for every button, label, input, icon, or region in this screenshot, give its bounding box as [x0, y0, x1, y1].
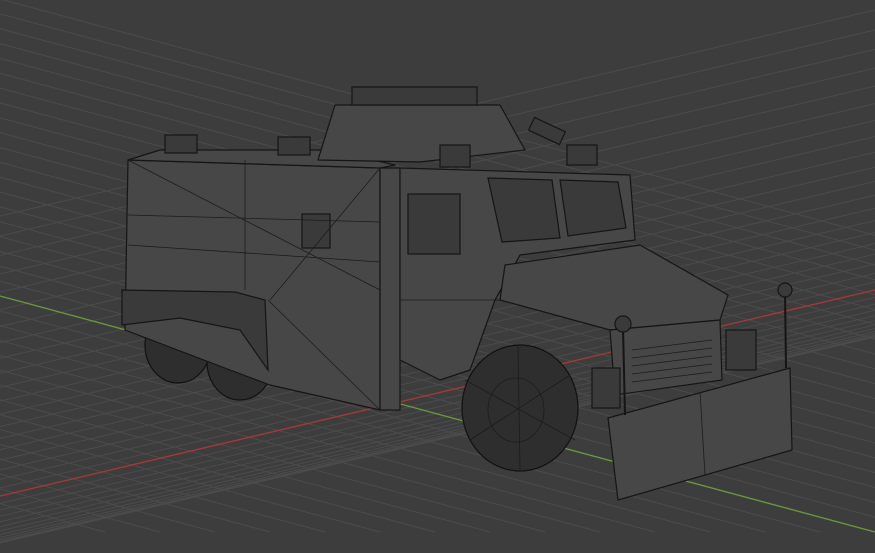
plow-marker-left: [614, 315, 632, 333]
roof-box-3: [439, 144, 471, 168]
roof-cannon: [527, 116, 567, 146]
roof-box-4: [566, 144, 598, 166]
side-window: [301, 213, 331, 249]
roof-box-1: [164, 134, 198, 154]
plow-marker-right: [777, 282, 793, 298]
roof-light-bar: [351, 86, 478, 106]
grid-line: [0, 280, 56, 297]
hood: [499, 244, 729, 331]
door-window: [407, 193, 461, 255]
headlight-right: [725, 329, 757, 371]
armored-truck-wireframe-mesh[interactable]: [121, 86, 793, 501]
roof-turret: [317, 104, 526, 163]
roof-box-2: [277, 136, 311, 156]
headlight-left: [591, 367, 621, 409]
grid-line: [824, 295, 875, 311]
viewport-canvas[interactable]: [0, 0, 875, 553]
3d-viewport[interactable]: [0, 0, 875, 553]
plow-marker-pole-right: [784, 291, 787, 369]
windshield-right: [559, 179, 627, 237]
truck-body-front-box: [379, 167, 401, 411]
